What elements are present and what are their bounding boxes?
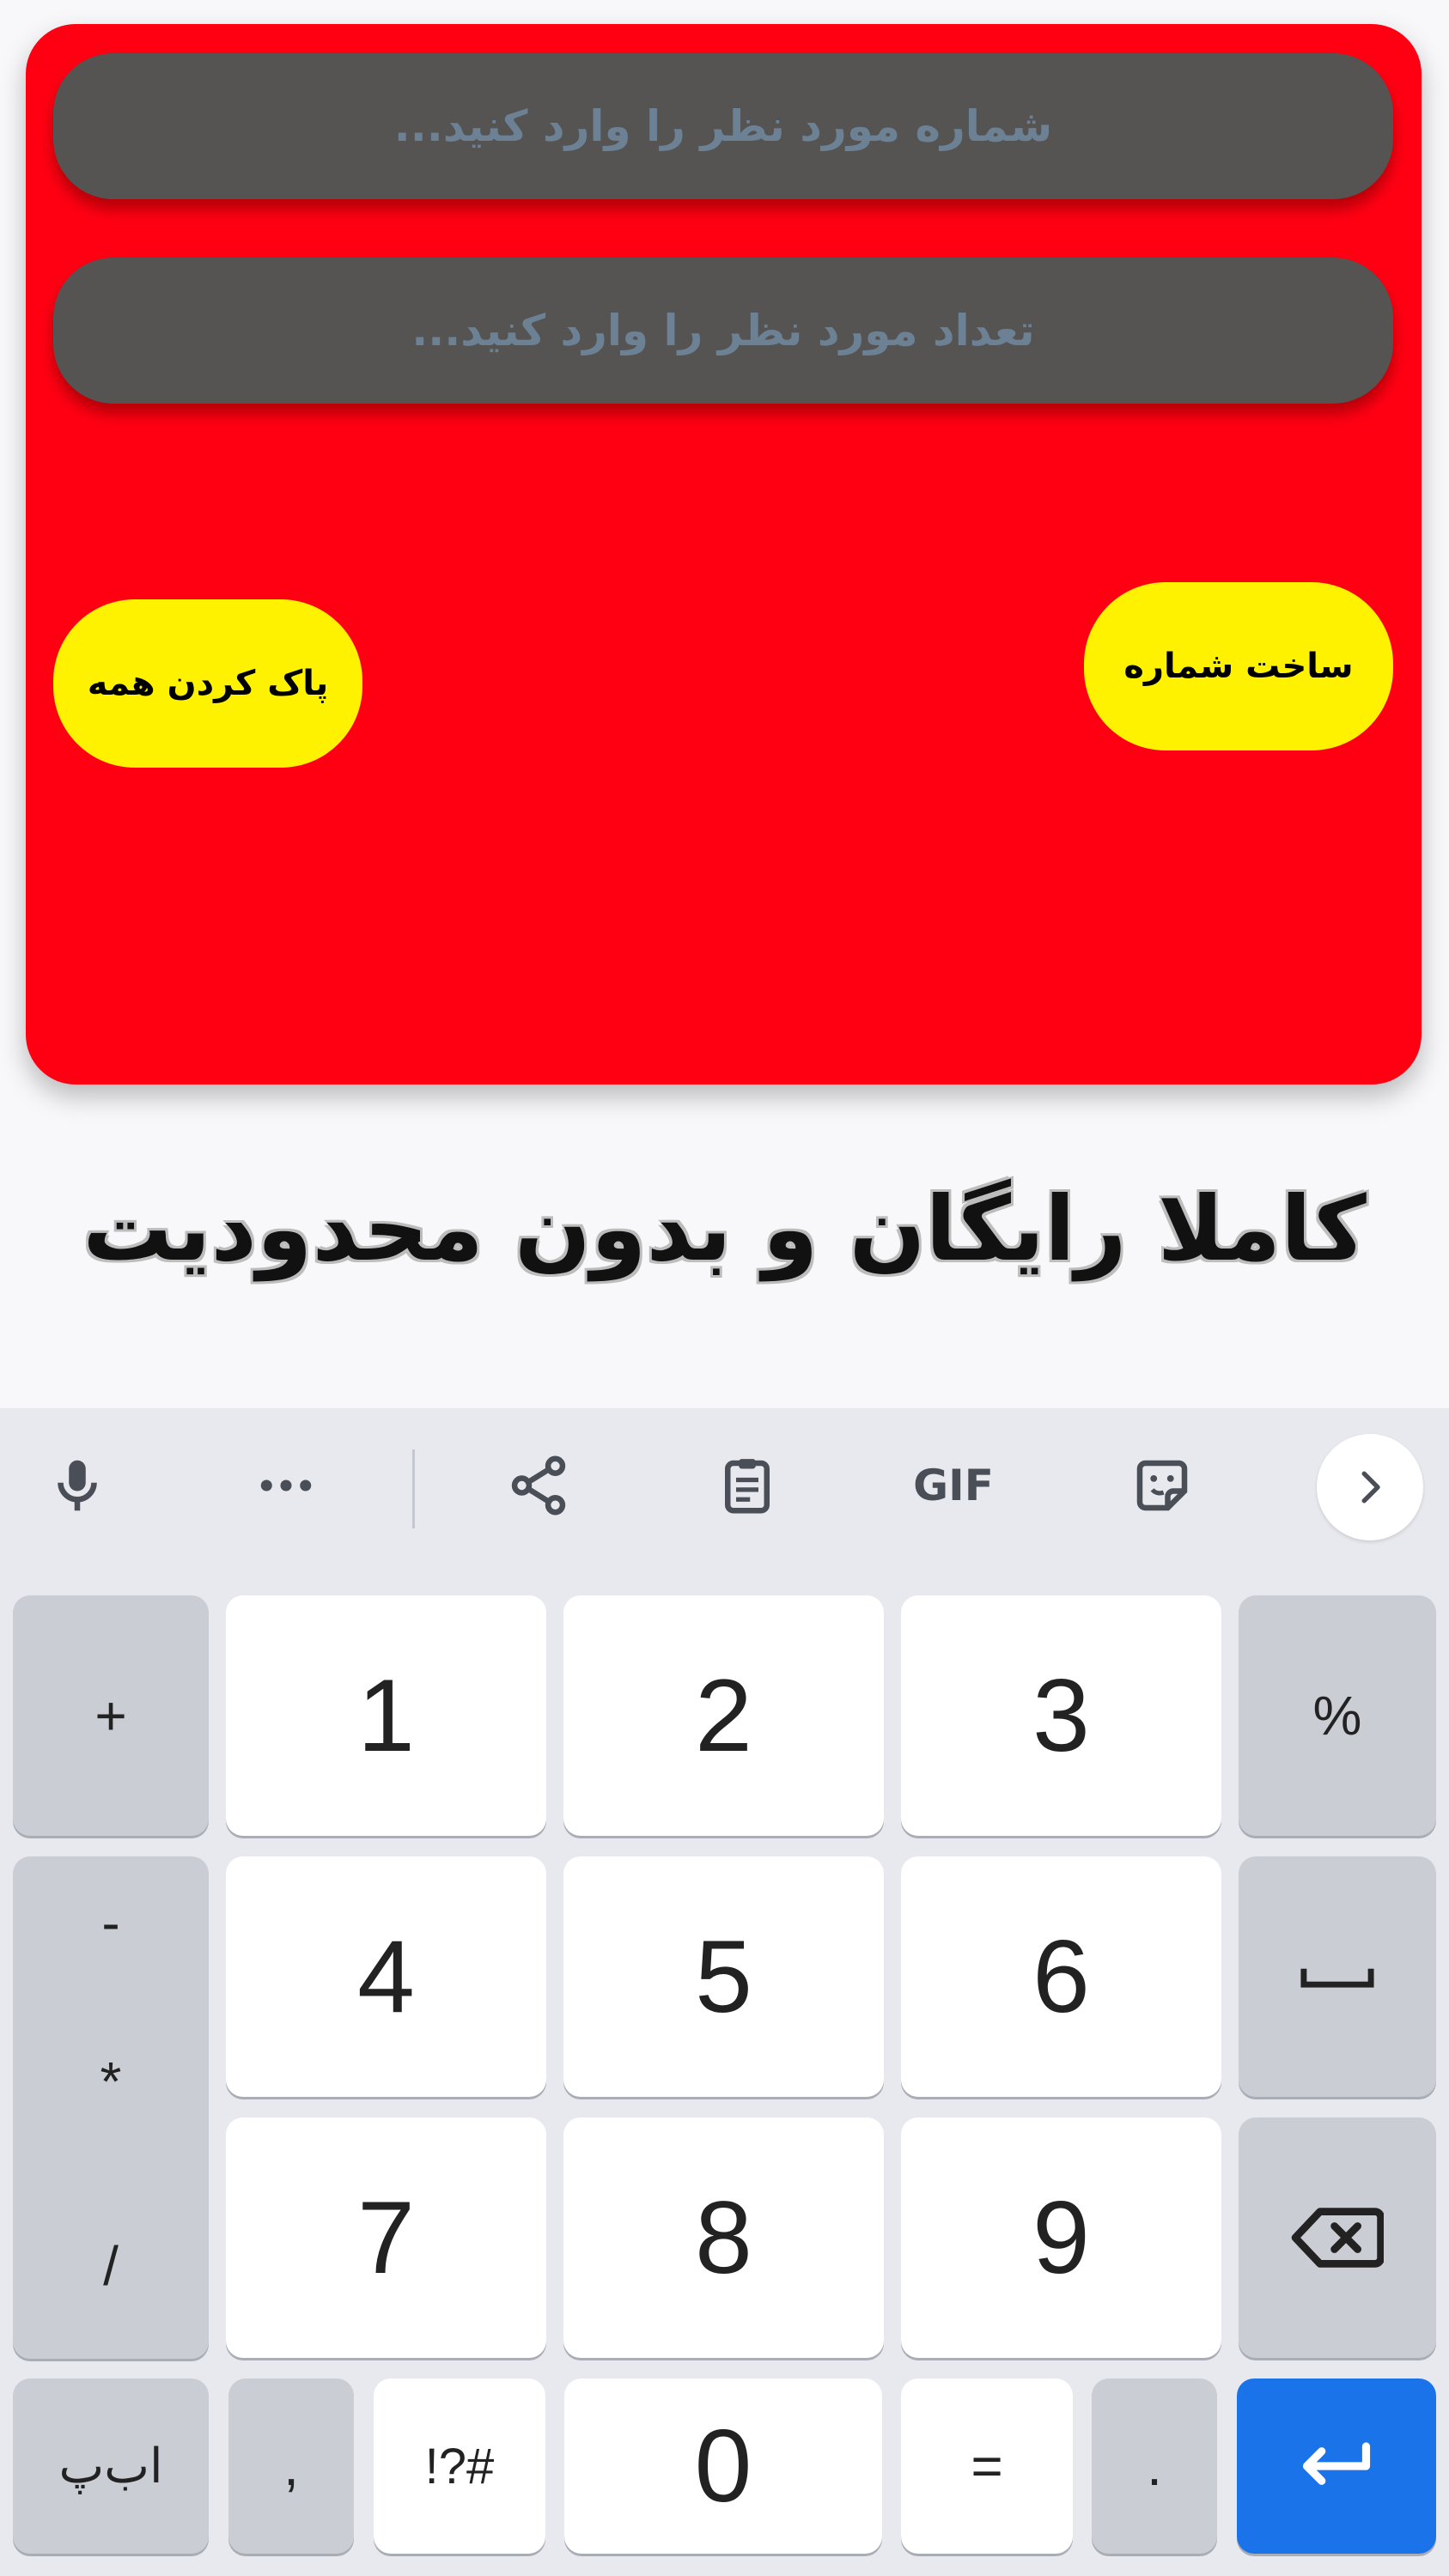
key-slash[interactable]: / (13, 2234, 209, 2298)
enter-icon (1302, 2442, 1371, 2485)
key-column-operators[interactable]: - * / (13, 1856, 209, 2359)
gif-icon[interactable]: GIF (902, 1447, 1005, 1524)
key-4[interactable]: 4 (226, 1856, 546, 2097)
key-6[interactable]: 6 (901, 1856, 1221, 2097)
key-symbols-switch[interactable]: !?# (374, 2379, 545, 2554)
key-alphabet-switch[interactable]: اب‌پ (13, 2379, 209, 2554)
key-5[interactable]: 5 (563, 1856, 884, 2097)
keyboard-toolbar: GIF (0, 1408, 1449, 1554)
key-8[interactable]: 8 (563, 2117, 884, 2358)
key-backspace[interactable] (1239, 2117, 1436, 2358)
key-1[interactable]: 1 (226, 1595, 546, 1836)
key-space[interactable] (1239, 1856, 1436, 2097)
more-icon[interactable] (247, 1447, 325, 1524)
key-enter[interactable] (1237, 2379, 1436, 2554)
toolbar-divider (412, 1449, 415, 1528)
key-9[interactable]: 9 (901, 2117, 1221, 2358)
number-input[interactable] (53, 52, 1393, 200)
count-field[interactable] (53, 257, 1393, 404)
key-comma[interactable]: , (228, 2379, 354, 2554)
count-input[interactable] (53, 257, 1393, 404)
key-multiply[interactable]: * (13, 2050, 209, 2113)
key-equals[interactable]: = (901, 2379, 1073, 2554)
share-icon[interactable] (500, 1447, 577, 1524)
clear-all-button[interactable]: پاک کردن همه (53, 599, 362, 768)
key-minus[interactable]: - (13, 1891, 209, 1954)
key-plus[interactable]: + (13, 1595, 209, 1836)
generator-card: ساخت شماره پاک کردن همه (26, 24, 1422, 1084)
tagline-text: کاملا رایگان و بدون محدودیت (82, 1176, 1367, 1281)
chevron-right-icon[interactable] (1317, 1434, 1423, 1540)
key-0[interactable]: 0 (564, 2379, 882, 2554)
space-icon (1300, 1968, 1374, 1988)
key-7[interactable]: 7 (226, 2117, 546, 2358)
key-period[interactable]: . (1092, 2379, 1217, 2554)
backspace-icon (1291, 2208, 1384, 2268)
on-screen-keyboard: GIF + - * / 1 2 3 4 5 6 7 8 9 % اب‌پ , !… (0, 1408, 1449, 2576)
clipboard-icon[interactable] (709, 1447, 786, 1524)
number-field[interactable] (53, 52, 1393, 200)
sticker-icon[interactable] (1123, 1447, 1201, 1524)
microphone-icon[interactable] (39, 1447, 116, 1524)
key-percent[interactable]: % (1239, 1595, 1436, 1836)
key-2[interactable]: 2 (563, 1595, 884, 1836)
build-number-button[interactable]: ساخت شماره (1084, 582, 1393, 750)
key-3[interactable]: 3 (901, 1595, 1221, 1836)
